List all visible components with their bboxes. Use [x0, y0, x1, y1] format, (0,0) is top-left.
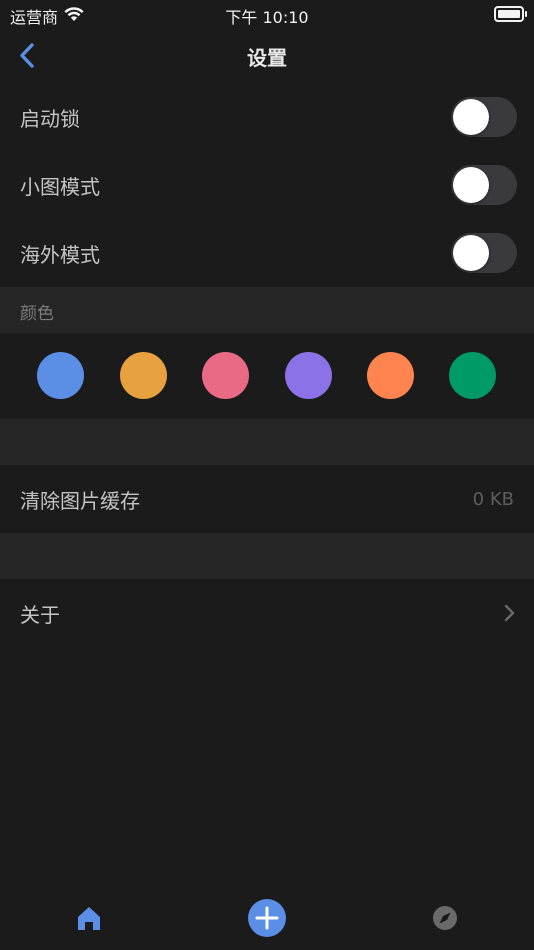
chevron-right-icon — [502, 603, 516, 623]
setting-row-launch-lock: 启动锁 — [0, 83, 534, 151]
home-icon — [78, 907, 100, 930]
setting-label: 海外模式 — [20, 242, 100, 267]
launch-lock-toggle[interactable] — [451, 97, 517, 137]
page-title: 设置 — [247, 46, 287, 70]
section-spacer — [0, 533, 534, 579]
compass-icon — [433, 906, 457, 930]
color-swatch-purple[interactable] — [285, 352, 332, 399]
color-swatch-row — [0, 333, 534, 419]
section-header-label: 颜色 — [20, 304, 54, 324]
status-time: 下午 10:10 — [225, 8, 309, 27]
setting-row-overseas-mode: 海外模式 — [0, 219, 534, 287]
color-swatch-coral[interactable] — [367, 352, 414, 399]
color-section-header: 颜色 — [0, 287, 534, 333]
small-image-mode-toggle[interactable] — [451, 165, 517, 205]
toggle-knob — [453, 167, 489, 203]
setting-label: 启动锁 — [20, 106, 80, 131]
add-icon — [248, 899, 286, 937]
toggle-knob — [453, 235, 489, 271]
navigation-bar: 设置 — [0, 30, 534, 80]
tab-bar — [0, 890, 534, 950]
tab-add[interactable] — [247, 898, 287, 938]
tab-discover[interactable] — [425, 898, 465, 938]
status-bar: 运营商 下午 10:10 — [0, 0, 534, 30]
overseas-mode-toggle[interactable] — [451, 233, 517, 273]
color-swatch-orange[interactable] — [120, 352, 167, 399]
color-swatch-blue[interactable] — [37, 352, 84, 399]
setting-label: 清除图片缓存 — [20, 488, 140, 513]
cache-size-value: 0 KB — [472, 488, 514, 510]
about-row[interactable]: 关于 — [0, 579, 534, 647]
setting-label: 关于 — [20, 602, 60, 627]
setting-label: 小图模式 — [20, 174, 100, 199]
color-swatch-green[interactable] — [449, 352, 496, 399]
clear-cache-row[interactable]: 清除图片缓存 0 KB — [0, 465, 534, 533]
tab-home[interactable] — [69, 898, 109, 938]
toggle-knob — [453, 99, 489, 135]
battery-icon — [494, 6, 527, 22]
section-spacer — [0, 419, 534, 465]
color-swatch-pink[interactable] — [202, 352, 249, 399]
setting-row-small-image-mode: 小图模式 — [0, 151, 534, 219]
